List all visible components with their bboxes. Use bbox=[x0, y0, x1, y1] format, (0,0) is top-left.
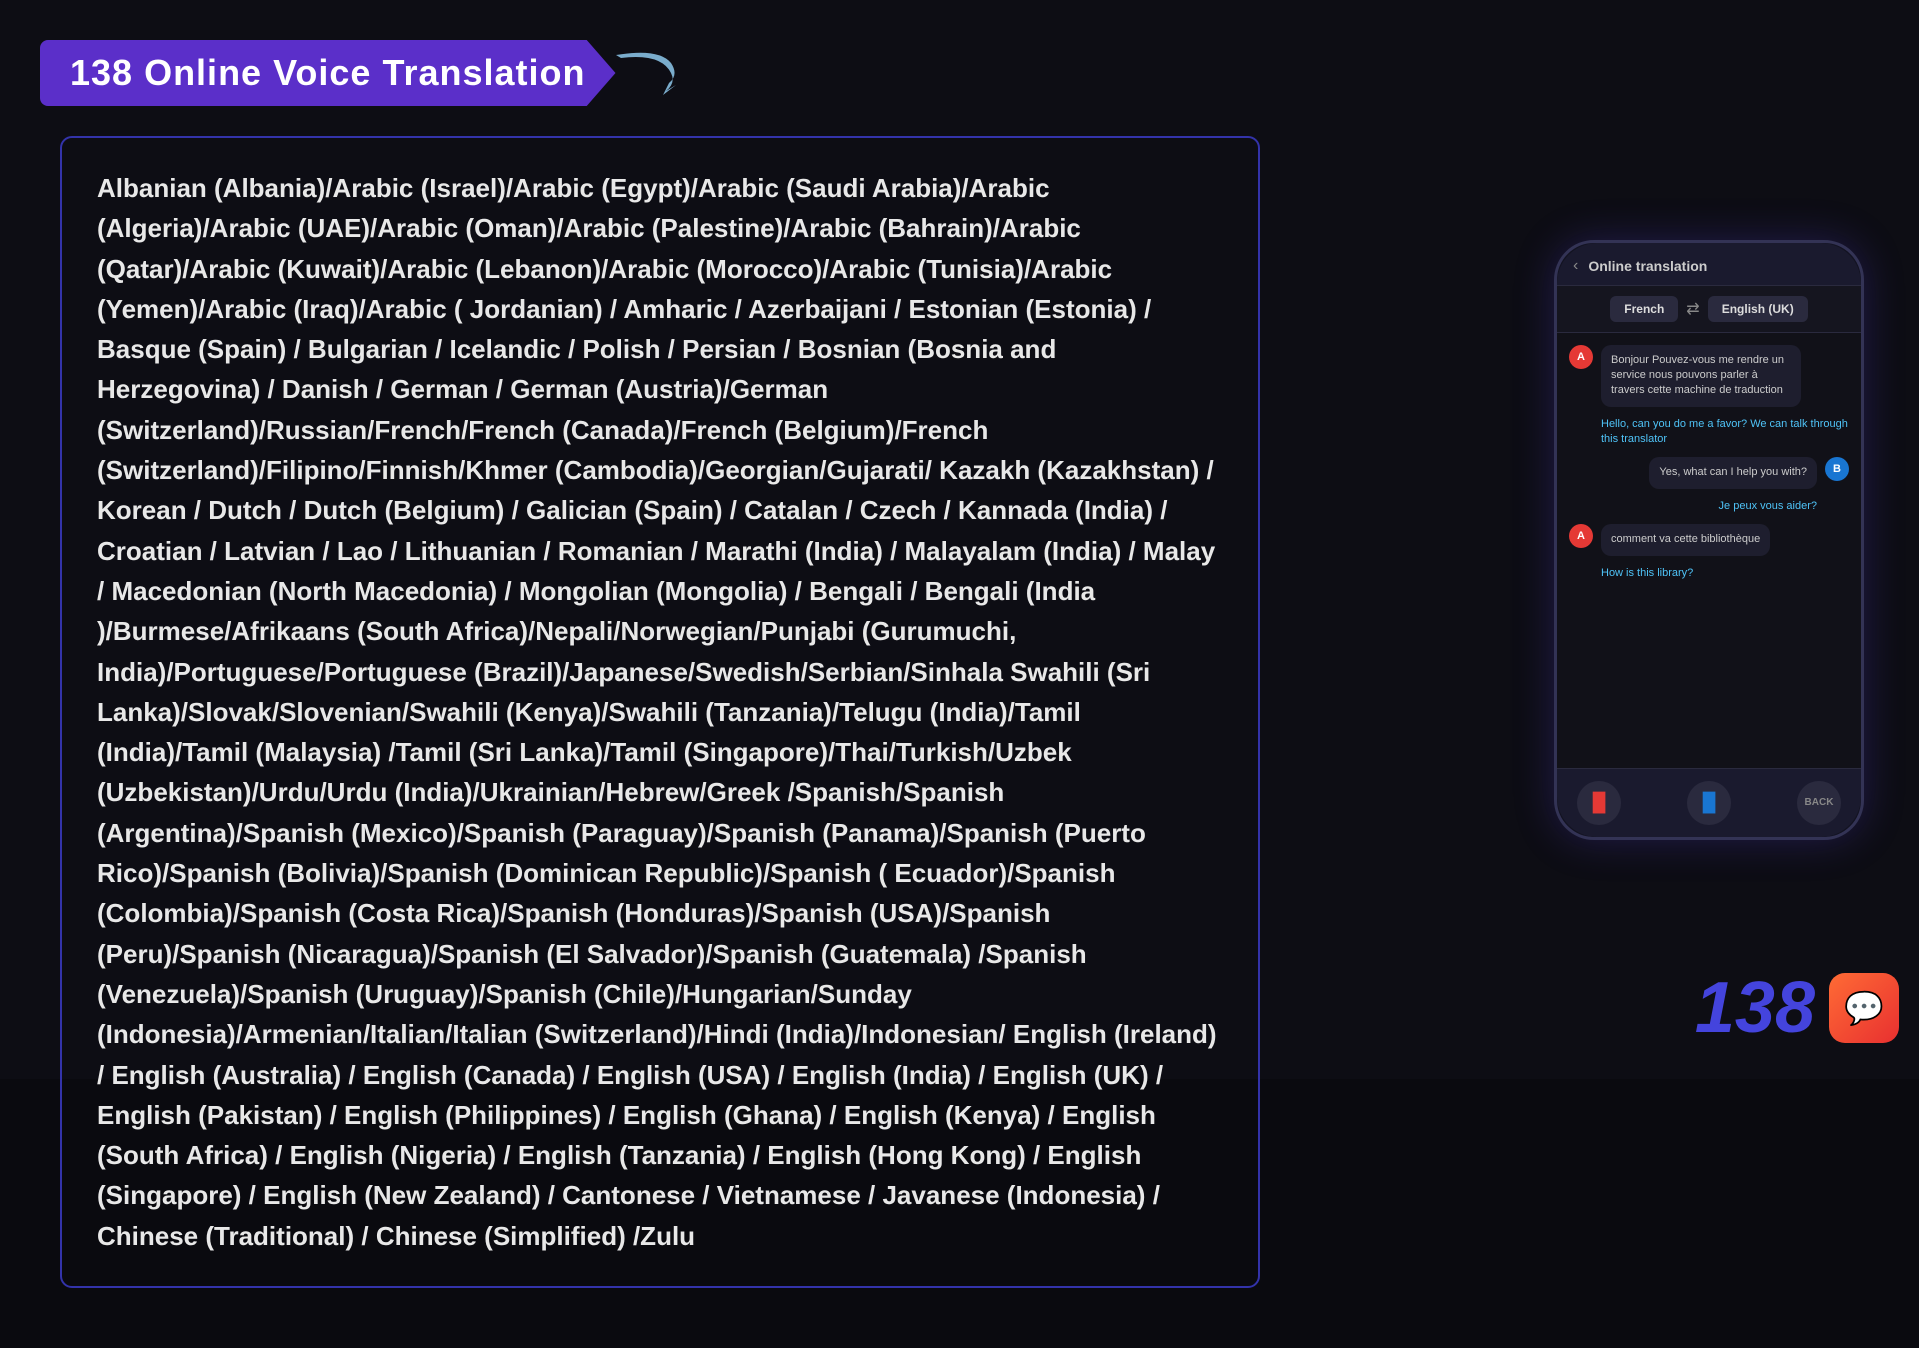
target-language-button[interactable]: English (UK) bbox=[1708, 296, 1808, 322]
content-box: Albanian (Albania)/Arabic (Israel)/Arabi… bbox=[60, 136, 1260, 1288]
avatar-a-3: A bbox=[1569, 524, 1593, 548]
avatar-b-2: B bbox=[1825, 457, 1849, 481]
phone-back-button[interactable]: ‹ bbox=[1573, 257, 1578, 275]
chat-bubble-3: comment va cette bibliothèque bbox=[1601, 524, 1770, 555]
app-title: 138 Online Voice Translation bbox=[40, 40, 616, 106]
language-list: Albanian (Albania)/Arabic (Israel)/Arabi… bbox=[97, 168, 1223, 1256]
chat-message-1: A Bonjour Pouvez-vous me rendre un servi… bbox=[1569, 345, 1849, 407]
brand-icon: 💬 bbox=[1829, 973, 1899, 1043]
lang-selector-row: French ⇄ English (UK) bbox=[1557, 286, 1861, 333]
main-container: 138 Online Voice Translation Albanian (A… bbox=[0, 0, 1919, 1079]
chat-message-3: A comment va cette bibliothèque bbox=[1569, 524, 1849, 555]
message-text-2: Yes, what can I help you with? bbox=[1659, 466, 1807, 478]
phone-bottom-controls: ▐▌ ▐▌ BACK bbox=[1557, 768, 1861, 837]
record-middle-button[interactable]: ▐▌ bbox=[1687, 781, 1731, 825]
chat-translated-3: How is this library? bbox=[1569, 564, 1849, 583]
phone-header: ‹ Online translation bbox=[1557, 243, 1861, 286]
chat-translated-1: Hello, can you do me a favor? We can tal… bbox=[1569, 415, 1849, 450]
brand-number: 138 bbox=[1695, 967, 1815, 1049]
chat-bubble-2: Yes, what can I help you with? bbox=[1649, 457, 1817, 488]
back-button[interactable]: BACK bbox=[1797, 781, 1841, 825]
chat-translated-2: Je peux vous aider? bbox=[1569, 497, 1849, 516]
chat-bubble-1: Bonjour Pouvez-vous me rendre un service… bbox=[1601, 345, 1801, 407]
bottom-branding: 138 💬 bbox=[1695, 967, 1899, 1049]
arrow-decoration bbox=[611, 43, 691, 103]
back-label: BACK bbox=[1805, 797, 1834, 808]
microphone-left-icon: ▐▌ bbox=[1586, 792, 1612, 813]
title-banner: 138 Online Voice Translation bbox=[40, 40, 1459, 106]
right-panel: ‹ Online translation French ⇄ English (U… bbox=[1499, 0, 1919, 1079]
source-language-button[interactable]: French bbox=[1610, 296, 1678, 322]
back-chevron-icon: ‹ bbox=[1573, 257, 1578, 274]
avatar-a-1: A bbox=[1569, 345, 1593, 369]
record-left-button[interactable]: ▐▌ bbox=[1577, 781, 1621, 825]
phone-title: Online translation bbox=[1588, 258, 1707, 274]
swap-languages-icon[interactable]: ⇄ bbox=[1686, 299, 1699, 319]
message-text-1: Bonjour Pouvez-vous me rendre un service… bbox=[1611, 354, 1784, 397]
left-panel: 138 Online Voice Translation Albanian (A… bbox=[0, 0, 1499, 1348]
message-text-3: comment va cette bibliothèque bbox=[1611, 533, 1760, 545]
phone-screen: ‹ Online translation French ⇄ English (U… bbox=[1557, 243, 1861, 837]
chat-area: A Bonjour Pouvez-vous me rendre un servi… bbox=[1557, 333, 1861, 768]
microphone-middle-icon: ▐▌ bbox=[1696, 792, 1722, 813]
chat-message-2: B Yes, what can I help you with? bbox=[1569, 457, 1849, 488]
chat-icon: 💬 bbox=[1844, 989, 1884, 1027]
phone-mockup: ‹ Online translation French ⇄ English (U… bbox=[1554, 240, 1864, 840]
